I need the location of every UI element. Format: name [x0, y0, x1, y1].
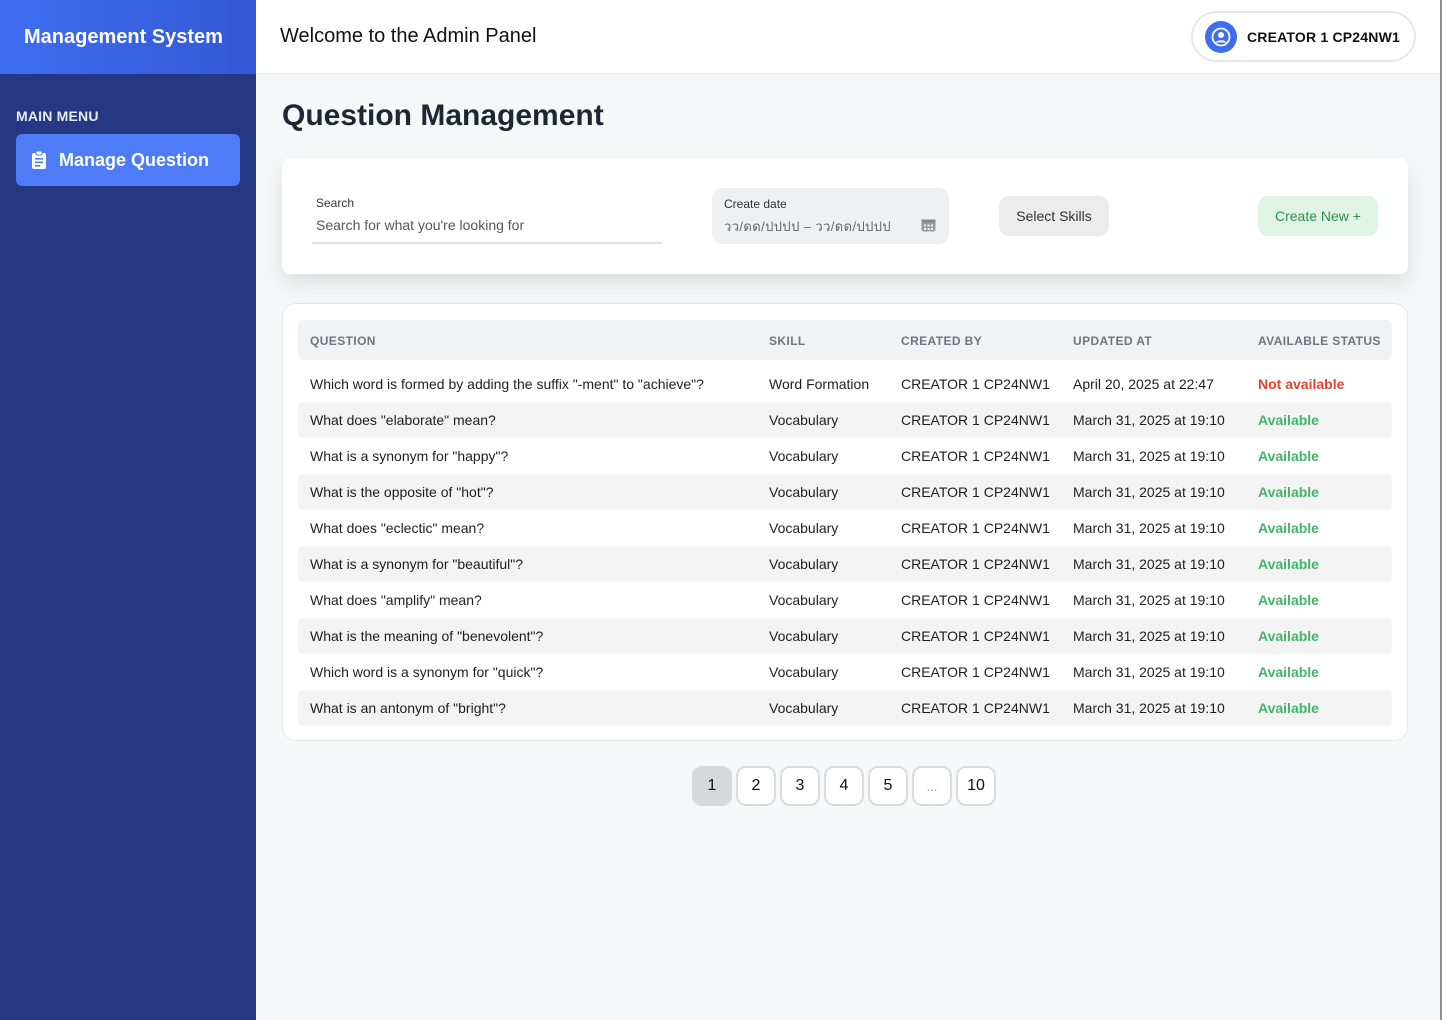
created-by-cell: CREATOR 1 CP24NW1 [901, 700, 1050, 716]
table-row[interactable]: What is the meaning of "benevolent"? Voca… [298, 618, 1392, 654]
header-title: Welcome to the Admin Panel [280, 25, 537, 47]
calendar-icon[interactable] [921, 218, 936, 232]
top-header: Welcome to the Admin Panel CREATOR 1 CP2… [256, 0, 1442, 74]
created-by-cell: CREATOR 1 CP24NW1 [901, 412, 1050, 428]
column-header-created-by[interactable]: CREATED BY [901, 334, 982, 348]
question-cell: Which word is formed by adding the suffi… [310, 376, 704, 392]
created-by-cell: CREATOR 1 CP24NW1 [901, 556, 1050, 572]
column-header-skill[interactable]: SKILL [769, 334, 806, 348]
page-button-1[interactable]: 1 [692, 766, 732, 806]
created-by-cell: CREATOR 1 CP24NW1 [901, 520, 1050, 536]
status-badge: Available [1258, 520, 1319, 536]
search-field: Search [312, 196, 662, 244]
create-date-value: วว/ดด/ปปปป – วว/ดด/ปปปป [724, 219, 892, 234]
sidebar-item-manage-question[interactable]: Manage Question [16, 134, 240, 186]
status-badge: Available [1258, 448, 1319, 464]
status-badge: Not available [1258, 376, 1345, 392]
skill-cell: Vocabulary [769, 628, 839, 644]
created-by-cell: CREATOR 1 CP24NW1 [901, 664, 1050, 680]
table-row[interactable]: What is a synonym for "beautiful"? Vocabu… [298, 546, 1392, 582]
question-cell: What is a synonym for "happy"? [310, 448, 509, 464]
updated-at-cell: March 31, 2025 at 19:10 [1073, 484, 1225, 500]
create-date-label: Create date [724, 197, 787, 211]
user-circle-icon [1204, 20, 1237, 53]
table-row[interactable]: Which word is formed by adding the suffi… [298, 366, 1392, 402]
column-header-available-status[interactable]: AVAILABLE STATUS [1258, 334, 1381, 348]
page-title: Question Management [282, 99, 604, 132]
updated-at-cell: March 31, 2025 at 19:10 [1073, 700, 1225, 716]
skill-cell: Word Formation [769, 376, 870, 392]
table-row[interactable]: What does "eclectic" mean? Vocabulary CREA… [298, 510, 1392, 546]
skill-cell: Vocabulary [769, 664, 839, 680]
question-cell: What is an antonym of "bright"? [310, 700, 506, 716]
skill-cell: Vocabulary [769, 520, 839, 536]
question-cell: What does "amplify" mean? [310, 592, 482, 608]
pagination: 1 2 3 4 5... 10 [692, 766, 996, 806]
user-menu-button[interactable]: CREATOR 1 CP24NW1 [1190, 11, 1416, 62]
created-by-cell: CREATOR 1 CP24NW1 [901, 448, 1050, 464]
updated-at-cell: March 31, 2025 at 19:10 [1073, 412, 1225, 428]
page-button-2[interactable]: 2 [736, 766, 776, 806]
column-header-question[interactable]: QUESTION [310, 334, 376, 348]
skill-cell: Vocabulary [769, 700, 839, 716]
skill-cell: Vocabulary [769, 412, 839, 428]
table-row[interactable]: What is a synonym for "happy"? Vocabulary… [298, 438, 1392, 474]
page-button-10[interactable]: 10 [956, 766, 996, 806]
skill-cell: Vocabulary [769, 592, 839, 608]
updated-at-cell: April 20, 2025 at 22:47 [1073, 376, 1214, 392]
question-cell: What is the meaning of "benevolent"? [310, 628, 544, 644]
question-cell: What is the opposite of "hot"? [310, 484, 494, 500]
select-skills-button[interactable]: Select Skills [999, 196, 1109, 236]
table-header: QUESTION SKILL CREATED BY UPDATED AT AVA… [298, 320, 1392, 360]
create-new-button[interactable]: Create New + [1258, 196, 1378, 236]
status-badge: Available [1258, 628, 1319, 644]
user-name: CREATOR 1 CP24NW1 [1246, 28, 1400, 45]
page-button-3[interactable]: 3 [780, 766, 820, 806]
table-row[interactable]: What is an antonym of "bright"? Vocabular… [298, 690, 1392, 726]
status-badge: Available [1258, 700, 1319, 716]
sidebar: Management System MAIN MENU Manage Quest… [0, 0, 256, 1020]
status-badge: Available [1258, 556, 1319, 572]
table-row[interactable]: What is the opposite of "hot"? Vocabulary… [298, 474, 1392, 510]
page-button-4[interactable]: 4 [824, 766, 864, 806]
status-badge: Available [1258, 484, 1319, 500]
question-cell: Which word is a synonym for "quick"? [310, 664, 544, 680]
search-input[interactable] [316, 217, 646, 233]
sidebar-item-label: Manage Question [59, 149, 210, 170]
skill-cell: Vocabulary [769, 556, 839, 572]
filter-panel: Search Create date วว/ดด/ปปปป – วว/ดด/ปป… [282, 158, 1408, 274]
create-date-range-picker[interactable]: Create date วว/ดด/ปปปป – วว/ดด/ปปปป [712, 188, 949, 244]
status-badge: Available [1258, 412, 1319, 428]
brand-title: Management System [24, 25, 223, 48]
question-cell: What does "eclectic" mean? [310, 520, 485, 536]
status-badge: Available [1258, 664, 1319, 680]
table-row[interactable]: What does "amplify" mean? Vocabulary CREAT… [298, 582, 1392, 618]
created-by-cell: CREATOR 1 CP24NW1 [901, 484, 1050, 500]
status-badge: Available [1258, 592, 1319, 608]
brand-header: Management System [0, 0, 256, 74]
pagination-ellipsis[interactable]: ... [912, 766, 952, 806]
skill-cell: Vocabulary [769, 448, 839, 464]
column-header-updated-at[interactable]: UPDATED AT [1073, 334, 1152, 348]
updated-at-cell: March 31, 2025 at 19:10 [1073, 448, 1225, 464]
table-row[interactable]: Which word is a synonym for "quick"? Voca… [298, 654, 1392, 690]
question-cell: What does "elaborate" mean? [310, 412, 496, 428]
table-row[interactable]: What does "elaborate" mean? Vocabulary CRE… [298, 402, 1392, 438]
updated-at-cell: March 31, 2025 at 19:10 [1073, 592, 1225, 608]
main-menu-heading: MAIN MENU [16, 108, 99, 124]
updated-at-cell: March 31, 2025 at 19:10 [1073, 556, 1225, 572]
updated-at-cell: March 31, 2025 at 19:10 [1073, 664, 1225, 680]
questions-table: QUESTION SKILL CREATED BY UPDATED AT AVA… [282, 303, 1408, 741]
updated-at-cell: March 31, 2025 at 19:10 [1073, 628, 1225, 644]
created-by-cell: CREATOR 1 CP24NW1 [901, 376, 1050, 392]
question-cell: What is a synonym for "beautiful"? [310, 556, 524, 572]
created-by-cell: CREATOR 1 CP24NW1 [901, 628, 1050, 644]
search-label: Search [316, 196, 355, 210]
skill-cell: Vocabulary [769, 484, 839, 500]
page-button-5[interactable]: 5 [868, 766, 908, 806]
clipboard-icon [32, 151, 46, 169]
created-by-cell: CREATOR 1 CP24NW1 [901, 592, 1050, 608]
updated-at-cell: March 31, 2025 at 19:10 [1073, 520, 1225, 536]
